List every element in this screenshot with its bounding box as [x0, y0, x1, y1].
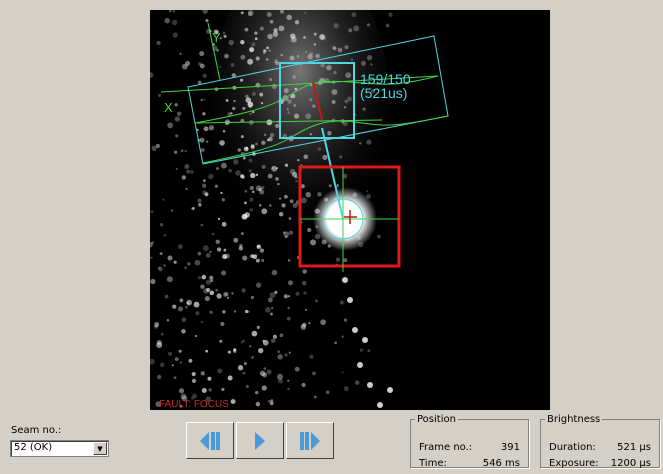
time-label: Time: — [419, 458, 447, 469]
y-axis-label: Y — [212, 30, 221, 45]
seam-value: 52 (OK) — [14, 442, 53, 453]
overlay-time: (521us) — [360, 85, 407, 101]
chevron-down-icon[interactable]: ▼ — [93, 442, 107, 455]
position-group: Position Frame no.: 391 Time: 546 ms — [410, 414, 529, 469]
exposure-value: 1200 µs — [610, 458, 651, 469]
duration-label: Duration: — [549, 442, 596, 453]
step-forward-button[interactable] — [286, 422, 334, 459]
play-icon — [255, 431, 265, 450]
exposure-label: Exposure: — [549, 458, 599, 469]
camera-image: 159/150 (521us) Y X FAULT: FOCUS — [147, 0, 550, 410]
brightness-title: Brightness — [547, 414, 601, 425]
seam-label: Seam no.: — [11, 425, 62, 436]
seam-select[interactable]: 52 (OK) ▼ — [10, 440, 109, 457]
step-back-icon — [200, 431, 220, 450]
step-forward-icon — [300, 431, 320, 450]
x-axis-label: X — [164, 100, 173, 115]
duration-value: 521 µs — [617, 442, 651, 453]
fault-status: FAULT: FOCUS — [159, 399, 229, 410]
position-title: Position — [417, 414, 456, 425]
step-back-button[interactable] — [186, 422, 234, 459]
frame-label: Frame no.: — [419, 442, 473, 453]
frame-value: 391 — [500, 442, 520, 453]
play-button[interactable] — [236, 422, 284, 459]
brightness-group: Brightness Duration: 521 µs Exposure: 1200… — [540, 414, 660, 469]
time-value: 546 ms — [482, 458, 520, 469]
camera-view: 159/150 (521us) Y X FAULT: FOCUS — [147, 0, 550, 410]
